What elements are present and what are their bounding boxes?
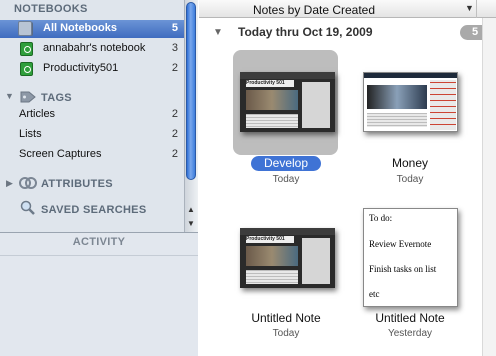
- note-title[interactable]: Develop: [251, 156, 321, 171]
- sidebar-item-productivity501[interactable]: Productivity501 2: [0, 60, 184, 78]
- sidebar-item-count: 2: [171, 108, 178, 120]
- thumbnail-blog-title: Productivity 501: [246, 80, 294, 87]
- search-icon: [20, 200, 35, 215]
- disclosure-expanded-icon[interactable]: ▼: [5, 91, 15, 101]
- notebook-icon: [20, 62, 33, 76]
- attributes-icon: [19, 177, 37, 189]
- group-title: Today thru Oct 19, 2009: [238, 25, 373, 39]
- note-title[interactable]: Money: [360, 156, 460, 170]
- sidebar-scrollbar-thumb[interactable]: [186, 2, 196, 180]
- sidebar-item-count: 3: [171, 42, 178, 54]
- sidebar-item-count: 2: [171, 148, 178, 160]
- sidebar-item-label: Articles: [19, 108, 56, 120]
- thumbnail-blog-title: Productivity 501: [246, 236, 294, 243]
- sidebar-item-label: Lists: [19, 128, 42, 140]
- tag-icon: [20, 91, 36, 103]
- todo-line: etc: [369, 289, 380, 299]
- note-thumbnail-todo[interactable]: To do: Review Evernote Finish tasks on l…: [363, 208, 458, 307]
- sidebar-item-label: Screen Captures: [19, 148, 102, 160]
- sidebar-item-count: 5: [171, 22, 178, 34]
- note-title[interactable]: Untitled Note: [236, 311, 336, 325]
- sidebar-item-label: annabahr's notebook: [43, 42, 146, 54]
- sort-header-label[interactable]: Notes by Date Created: [200, 3, 428, 17]
- note-thumbnail[interactable]: Productivity 501: [240, 228, 335, 288]
- group-disclosure-icon[interactable]: ▼: [213, 27, 223, 38]
- sort-dropdown-icon[interactable]: ▼: [465, 3, 474, 13]
- saved-searches-header[interactable]: SAVED SEARCHES: [41, 204, 146, 216]
- note-date: Today: [272, 328, 300, 339]
- todo-line: Review Evernote: [369, 239, 432, 249]
- notebook-stack-icon: [18, 21, 33, 36]
- note-list-scrollbar[interactable]: [482, 18, 496, 356]
- scroll-up-icon[interactable]: ▲: [185, 204, 197, 216]
- note-date: Yesterday: [387, 328, 433, 339]
- note-title[interactable]: Untitled Note: [360, 311, 460, 325]
- disclosure-collapsed-icon[interactable]: ▶: [6, 178, 16, 188]
- note-thumbnail[interactable]: Productivity 501: [240, 72, 335, 132]
- activity-divider: [0, 255, 198, 256]
- sidebar-source-list: NOTEBOOKS All Notebooks 5 annabahr's not…: [0, 0, 198, 232]
- header-divider: [476, 0, 477, 18]
- scroll-down-icon[interactable]: ▼: [185, 218, 197, 230]
- attributes-header[interactable]: ATTRIBUTES: [41, 178, 113, 190]
- activity-header[interactable]: ACTIVITY: [0, 236, 198, 248]
- sidebar-item-count: 2: [171, 62, 178, 74]
- sidebar-item-tag-articles[interactable]: Articles 2: [0, 106, 184, 124]
- todo-line: Finish tasks on list: [369, 264, 437, 274]
- sidebar-item-tag-lists[interactable]: Lists 2: [0, 126, 184, 144]
- todo-line: To do:: [369, 213, 393, 223]
- activity-pane: [0, 232, 198, 356]
- sidebar-item-annabahrs-notebook[interactable]: annabahr's notebook 3: [0, 40, 184, 58]
- note-date: Today: [396, 174, 424, 185]
- sidebar-item-all-notebooks[interactable]: All Notebooks 5: [0, 20, 184, 38]
- sidebar-item-label: Productivity501: [43, 62, 119, 74]
- sidebar-item-label: All Notebooks: [43, 22, 117, 34]
- note-date: Today: [272, 174, 300, 185]
- tags-header[interactable]: TAGS: [41, 92, 72, 104]
- notebook-icon: [20, 42, 33, 56]
- sidebar-item-tag-screen-captures[interactable]: Screen Captures 2: [0, 146, 184, 164]
- note-thumbnail[interactable]: [363, 72, 458, 132]
- notebooks-header[interactable]: NOTEBOOKS: [14, 3, 88, 15]
- sidebar-item-count: 2: [171, 128, 178, 140]
